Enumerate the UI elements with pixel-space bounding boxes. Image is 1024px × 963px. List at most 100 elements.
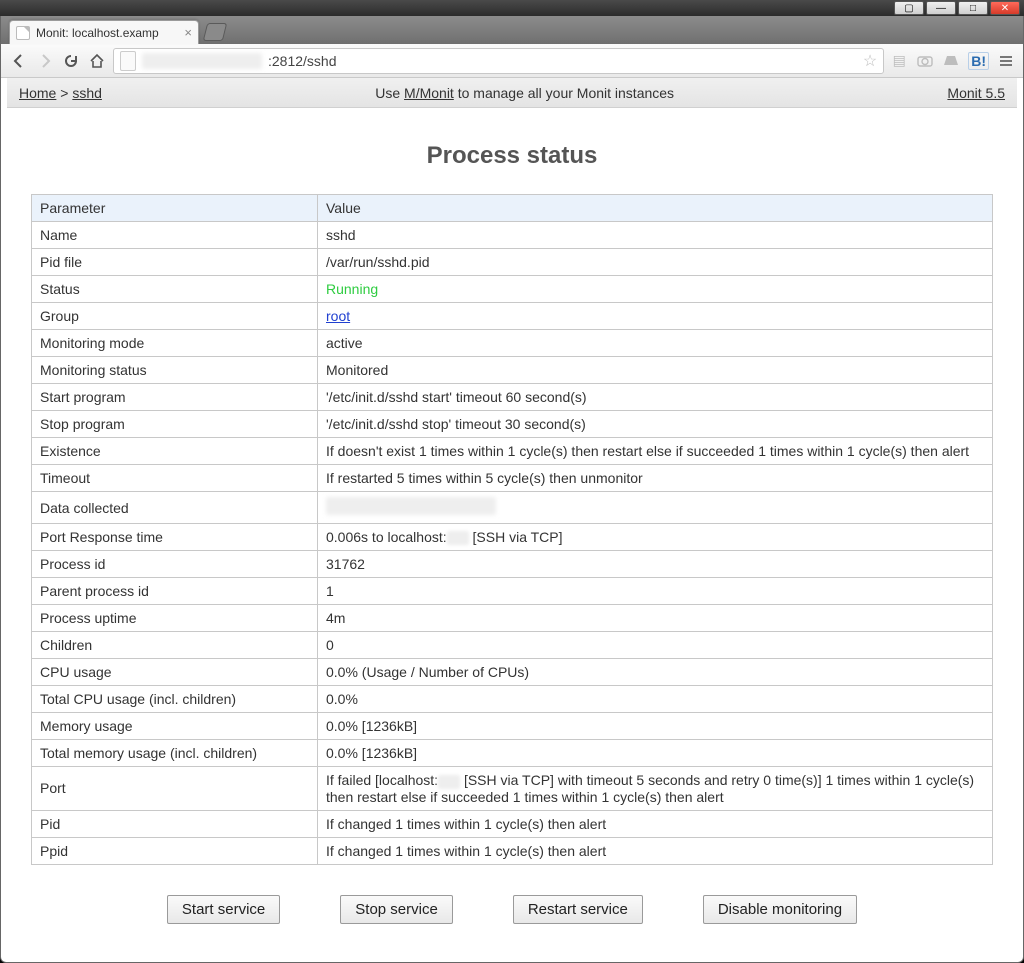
param-name: Port Response time <box>32 524 318 551</box>
tab-title: Monit: localhost.examp <box>36 26 180 40</box>
param-value: If changed 1 times within 1 cycle(s) the… <box>318 837 993 864</box>
topbar-promo: Use M/Monit to manage all your Monit ins… <box>102 85 948 101</box>
table-row: Parent process id1 <box>32 578 993 605</box>
page-icon <box>16 26 30 40</box>
table-row: Process uptime4m <box>32 605 993 632</box>
bookmark-star-icon[interactable]: ☆ <box>863 51 877 71</box>
param-name: Monitoring status <box>32 357 318 384</box>
param-name: Children <box>32 632 318 659</box>
param-value: 4m <box>318 605 993 632</box>
browser-menu-icon[interactable] <box>997 52 1015 70</box>
monit-version-link[interactable]: Monit 5.5 <box>947 85 1005 101</box>
browser-tab[interactable]: Monit: localhost.examp × <box>9 20 199 44</box>
table-row: Process id31762 <box>32 551 993 578</box>
param-name: Group <box>32 303 318 330</box>
param-name: Monitoring mode <box>32 330 318 357</box>
table-row: StatusRunning <box>32 276 993 303</box>
breadcrumb: Home > sshd <box>19 85 102 101</box>
param-name: Total CPU usage (incl. children) <box>32 686 318 713</box>
param-name: Pid <box>32 810 318 837</box>
reload-button[interactable] <box>61 51 81 71</box>
param-value: Running <box>318 276 993 303</box>
address-bar[interactable]: :2812/sshd ☆ <box>113 48 884 74</box>
param-value: If doesn't exist 1 times within 1 cycle(… <box>318 438 993 465</box>
blurred-host <box>142 53 262 69</box>
table-row: TimeoutIf restarted 5 times within 5 cyc… <box>32 465 993 492</box>
param-name: Memory usage <box>32 713 318 740</box>
param-value <box>318 492 993 524</box>
ext-camera-icon[interactable] <box>916 52 934 70</box>
table-row: Stop program'/etc/init.d/sshd stop' time… <box>32 411 993 438</box>
param-value: active <box>318 330 993 357</box>
breadcrumb-sshd-link[interactable]: sshd <box>72 85 102 101</box>
param-value: /var/run/sshd.pid <box>318 249 993 276</box>
param-name: Stop program <box>32 411 318 438</box>
tabstrip: Monit: localhost.examp × <box>1 16 1023 44</box>
os-minimize-button[interactable]: — <box>926 1 956 15</box>
param-value: If failed [localhost: [SSH via TCP] with… <box>318 767 993 810</box>
param-name: Total memory usage (incl. children) <box>32 740 318 767</box>
table-row: Data collected <box>32 492 993 524</box>
table-row: Namesshd <box>32 222 993 249</box>
param-value: root <box>318 303 993 330</box>
param-value: 0.006s to localhost: [SSH via TCP] <box>318 524 993 551</box>
param-value: 31762 <box>318 551 993 578</box>
page-viewport[interactable]: Home > sshd Use M/Monit to manage all yo… <box>7 78 1017 956</box>
param-value: 1 <box>318 578 993 605</box>
param-value: 0.0% [1236kB] <box>318 713 993 740</box>
param-name: Timeout <box>32 465 318 492</box>
params-table: Parameter Value NamesshdPid file/var/run… <box>31 194 993 865</box>
os-maximize-button[interactable]: □ <box>958 1 988 15</box>
param-name: Existence <box>32 438 318 465</box>
param-name: Status <box>32 276 318 303</box>
param-value: 0.0% [1236kB] <box>318 740 993 767</box>
blurred-value <box>447 531 469 545</box>
forward-button[interactable] <box>35 51 55 71</box>
table-row: Monitoring modeactive <box>32 330 993 357</box>
stop-service-button[interactable]: Stop service <box>340 895 453 924</box>
table-row: Children0 <box>32 632 993 659</box>
param-value: '/etc/init.d/sshd stop' timeout 30 secon… <box>318 411 993 438</box>
os-close-button[interactable]: ✕ <box>990 1 1020 15</box>
new-tab-button[interactable] <box>203 23 227 41</box>
blurred-value <box>438 775 460 789</box>
url-path: :2812/sshd <box>268 53 337 69</box>
restart-service-button[interactable]: Restart service <box>513 895 643 924</box>
param-value: 0.0% (Usage / Number of CPUs) <box>318 659 993 686</box>
ext-icon-1[interactable]: ▤ <box>890 52 908 70</box>
browser-toolbar: :2812/sshd ☆ ▤ B! <box>1 44 1023 78</box>
ext-hatena-icon[interactable]: B! <box>968 52 989 70</box>
param-name: Process uptime <box>32 605 318 632</box>
back-button[interactable] <box>9 51 29 71</box>
table-row: Port Response time0.006s to localhost: [… <box>32 524 993 551</box>
os-anon-button[interactable]: ▢ <box>894 1 924 15</box>
breadcrumb-home-link[interactable]: Home <box>19 85 56 101</box>
table-row: ExistenceIf doesn't exist 1 times within… <box>32 438 993 465</box>
param-value: 0.0% <box>318 686 993 713</box>
param-name: Pid file <box>32 249 318 276</box>
table-row: Start program'/etc/init.d/sshd start' ti… <box>32 384 993 411</box>
ext-drive-icon[interactable] <box>942 52 960 70</box>
table-row: PortIf failed [localhost: [SSH via TCP] … <box>32 767 993 810</box>
tab-close-icon[interactable]: × <box>184 25 192 40</box>
param-name: Parent process id <box>32 578 318 605</box>
param-name: Data collected <box>32 492 318 524</box>
action-buttons: Start service Stop service Restart servi… <box>31 895 993 924</box>
param-value: If restarted 5 times within 5 cycle(s) t… <box>318 465 993 492</box>
param-name: Process id <box>32 551 318 578</box>
table-row: PpidIf changed 1 times within 1 cycle(s)… <box>32 837 993 864</box>
mmonit-link[interactable]: M/Monit <box>404 85 454 101</box>
home-button[interactable] <box>87 51 107 71</box>
table-row: Total memory usage (incl. children)0.0% … <box>32 740 993 767</box>
site-icon <box>120 51 136 71</box>
group-link[interactable]: root <box>326 308 350 324</box>
param-name: Name <box>32 222 318 249</box>
param-value: 0 <box>318 632 993 659</box>
param-name: CPU usage <box>32 659 318 686</box>
start-service-button[interactable]: Start service <box>167 895 280 924</box>
page-title: Process status <box>31 142 993 170</box>
param-name: Start program <box>32 384 318 411</box>
table-row: Total CPU usage (incl. children)0.0% <box>32 686 993 713</box>
disable-monitoring-button[interactable]: Disable monitoring <box>703 895 857 924</box>
col-value: Value <box>318 195 993 222</box>
